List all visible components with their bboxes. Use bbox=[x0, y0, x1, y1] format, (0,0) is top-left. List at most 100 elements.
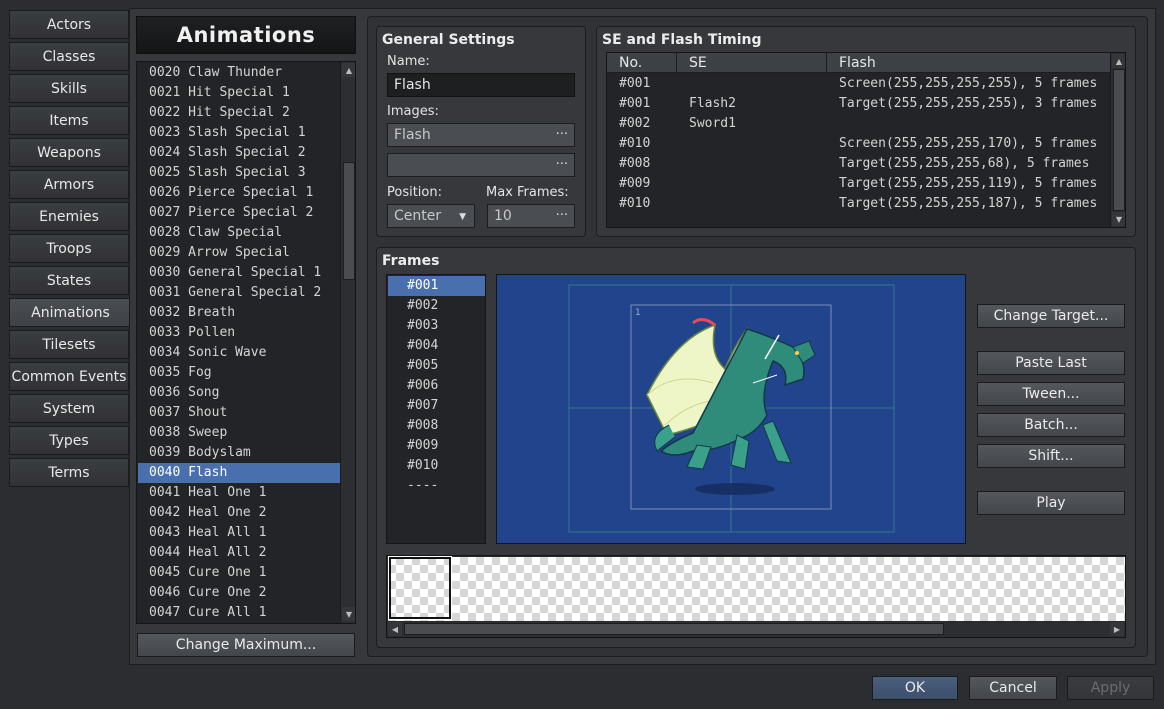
change-maximum-button[interactable]: Change Maximum... bbox=[137, 633, 355, 657]
tab-actors[interactable]: Actors bbox=[9, 10, 129, 39]
paste-last-button[interactable]: Paste Last bbox=[977, 351, 1125, 375]
tab-states[interactable]: States bbox=[9, 266, 129, 295]
scroll-down-icon[interactable]: ▼ bbox=[1112, 212, 1125, 226]
frame-list-item[interactable]: #006 bbox=[388, 376, 485, 396]
tab-classes[interactable]: Classes bbox=[9, 42, 129, 71]
animation-list[interactable]: ▲ ▼ 0020 Claw Thunder 0021 Hit Special 10… bbox=[136, 61, 356, 624]
image1-selector[interactable]: Flash ··· bbox=[387, 123, 575, 147]
palette-scrollbar[interactable]: ◀ ▶ bbox=[388, 622, 1125, 637]
animation-list-item[interactable]: 0044 Heal All 2 bbox=[138, 543, 340, 563]
selected-cell[interactable] bbox=[388, 556, 452, 620]
animation-list-item[interactable]: 0042 Heal One 2 bbox=[138, 503, 340, 523]
tab-terms[interactable]: Terms bbox=[9, 458, 129, 487]
image1-browse-icon[interactable]: ··· bbox=[556, 124, 568, 146]
frame-list-item[interactable]: #001 bbox=[388, 276, 485, 296]
frame-list-item[interactable]: #010 bbox=[388, 456, 485, 476]
max-frames-browse-icon[interactable]: ··· bbox=[556, 205, 568, 227]
change-target-button[interactable]: Change Target... bbox=[977, 304, 1125, 328]
list-scrollbar[interactable]: ▲ ▼ bbox=[340, 62, 355, 623]
frame-list-item[interactable]: #004 bbox=[388, 336, 485, 356]
tab-items[interactable]: Items bbox=[9, 106, 129, 135]
apply-button[interactable]: Apply bbox=[1067, 676, 1154, 700]
frame-list-item[interactable]: #008 bbox=[388, 416, 485, 436]
tab-troops[interactable]: Troops bbox=[9, 234, 129, 263]
se-flash-title: SE and Flash Timing bbox=[602, 32, 762, 48]
animation-list-item[interactable]: 0022 Hit Special 2 bbox=[138, 103, 340, 123]
chevron-down-icon: ▼ bbox=[459, 212, 466, 222]
tab-tilesets[interactable]: Tilesets bbox=[9, 330, 129, 359]
tab-weapons[interactable]: Weapons bbox=[9, 138, 129, 167]
frame-list-item[interactable]: #003 bbox=[388, 316, 485, 336]
table-row[interactable] bbox=[608, 114, 1110, 134]
play-button[interactable]: Play bbox=[977, 491, 1125, 515]
animation-list-item[interactable]: 0020 Claw Thunder bbox=[138, 63, 340, 83]
animation-list-item[interactable]: 0021 Hit Special 1 bbox=[138, 83, 340, 103]
animation-list-item[interactable]: 0026 Pierce Special 1 bbox=[138, 183, 340, 203]
tab-enemies[interactable]: Enemies bbox=[9, 202, 129, 231]
animation-list-item[interactable]: 0041 Heal One 1 bbox=[138, 483, 340, 503]
scroll-thumb[interactable] bbox=[343, 162, 355, 280]
column-header-se[interactable]: SE bbox=[677, 53, 827, 73]
tab-skills[interactable]: Skills bbox=[9, 74, 129, 103]
scroll-thumb[interactable] bbox=[1113, 69, 1125, 211]
animation-list-item[interactable]: 0039 Bodyslam bbox=[138, 443, 340, 463]
ok-button[interactable]: OK bbox=[872, 676, 958, 700]
tab-system[interactable]: System bbox=[9, 394, 129, 423]
animation-list-item[interactable]: 0023 Slash Special 1 bbox=[138, 123, 340, 143]
animation-list-item[interactable]: 0034 Sonic Wave bbox=[138, 343, 340, 363]
scroll-left-icon[interactable]: ◀ bbox=[388, 622, 402, 636]
se-table-scrollbar[interactable]: ▲ ▼ bbox=[1110, 53, 1125, 227]
animation-list-item[interactable]: 0043 Heal All 1 bbox=[138, 523, 340, 543]
animation-list-item[interactable]: 0031 General Special 2 bbox=[138, 283, 340, 303]
column-header-no[interactable]: No. bbox=[607, 53, 677, 73]
column-header-flash[interactable]: Flash bbox=[827, 53, 1111, 73]
animation-list-item[interactable]: 0035 Fog bbox=[138, 363, 340, 383]
frame-list-item[interactable]: #002 bbox=[388, 296, 485, 316]
animation-list-item[interactable]: 0045 Cure One 1 bbox=[138, 563, 340, 583]
position-dropdown[interactable]: Center ▼ bbox=[387, 204, 475, 228]
animation-list-item[interactable]: 0029 Arrow Special bbox=[138, 243, 340, 263]
animation-list-item[interactable]: 0040 Flash bbox=[138, 463, 340, 483]
tab-animations[interactable]: Animations bbox=[9, 298, 131, 327]
image2-browse-icon[interactable]: ··· bbox=[556, 154, 568, 176]
name-input[interactable]: Flash bbox=[387, 73, 575, 97]
scroll-right-icon[interactable]: ▶ bbox=[1110, 622, 1124, 636]
animation-list-item[interactable]: 0025 Slash Special 3 bbox=[138, 163, 340, 183]
animation-list-item[interactable]: 0024 Slash Special 2 bbox=[138, 143, 340, 163]
frame-list-item[interactable]: #009 bbox=[388, 436, 485, 456]
image2-selector[interactable]: ··· bbox=[387, 153, 575, 177]
scroll-down-icon[interactable]: ▼ bbox=[342, 607, 355, 621]
animation-list-item[interactable]: 0036 Song bbox=[138, 383, 340, 403]
animation-list-item[interactable]: 0046 Cure One 2 bbox=[138, 583, 340, 603]
tab-common-events[interactable]: Common Events bbox=[9, 362, 129, 391]
tab-types[interactable]: Types bbox=[9, 426, 129, 455]
se-cell-se: Sword1 bbox=[689, 116, 736, 131]
frame-list-item[interactable]: #005 bbox=[388, 356, 485, 376]
max-frames-selector[interactable]: 10 ··· bbox=[487, 204, 575, 228]
max-frames-label: Max Frames: bbox=[486, 185, 569, 200]
shift-button[interactable]: Shift... bbox=[977, 444, 1125, 468]
scroll-up-icon[interactable]: ▲ bbox=[1112, 54, 1125, 68]
se-cell-no: #001 bbox=[619, 76, 651, 91]
animation-list-item[interactable]: 0033 Pollen bbox=[138, 323, 340, 343]
frames-list[interactable]: #001 #002 #003 #004 #005 #006 #007 #008 #009 #010… bbox=[386, 274, 486, 544]
animation-list-item[interactable]: 0047 Cure All 1 bbox=[138, 603, 340, 623]
animation-list-item[interactable]: 0030 General Special 1 bbox=[138, 263, 340, 283]
animation-list-item[interactable]: 0037 Shout bbox=[138, 403, 340, 423]
animation-list-item[interactable]: 0028 Claw Special bbox=[138, 223, 340, 243]
cancel-button[interactable]: Cancel bbox=[969, 676, 1057, 700]
scroll-thumb[interactable] bbox=[404, 623, 944, 635]
tween-button[interactable]: Tween... bbox=[977, 382, 1125, 406]
animation-list-item[interactable]: 0032 Breath bbox=[138, 303, 340, 323]
animation-preview-canvas[interactable]: 1 bbox=[496, 274, 966, 544]
tab-armors[interactable]: Armors bbox=[9, 170, 129, 199]
animation-list-item[interactable]: 0027 Pierce Special 2 bbox=[138, 203, 340, 223]
frame-list-item[interactable]: #007 bbox=[388, 396, 485, 416]
scroll-up-icon[interactable]: ▲ bbox=[342, 63, 355, 77]
animation-list-item[interactable]: 0038 Sweep bbox=[138, 423, 340, 443]
cell-palette-cells[interactable] bbox=[388, 557, 1125, 621]
animation-cell-palette[interactable]: ◀ ▶ bbox=[386, 555, 1126, 638]
batch-button[interactable]: Batch... bbox=[977, 413, 1125, 437]
frame-list-item[interactable]: ---- bbox=[388, 476, 485, 496]
se-flash-table[interactable]: No. SE Flash ▲ ▼ #001 Screen(255,255,255,… bbox=[606, 52, 1126, 228]
